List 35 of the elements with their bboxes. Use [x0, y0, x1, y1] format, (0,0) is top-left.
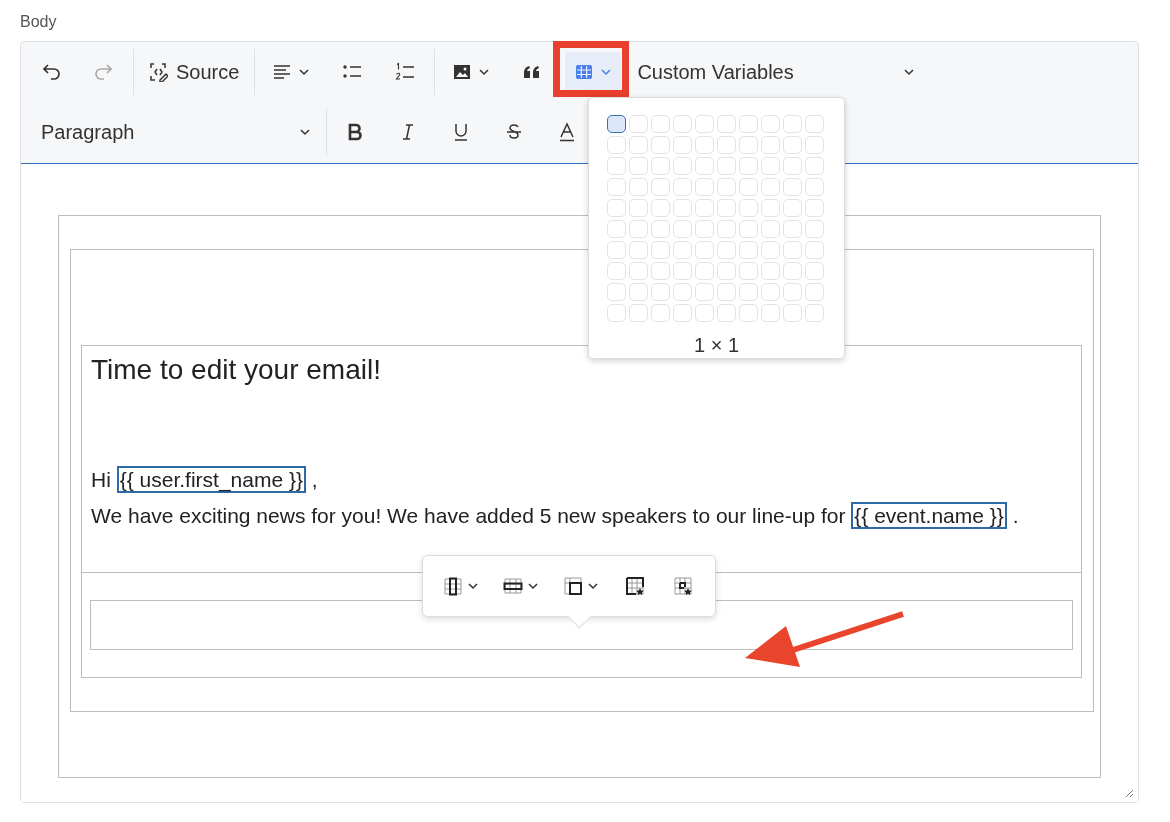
undo-icon: [41, 62, 61, 82]
custom-variables-dropdown[interactable]: Custom Variables: [631, 52, 922, 92]
caret-icon: [299, 126, 311, 138]
variable-chip[interactable]: {{ event.name }}: [851, 502, 1007, 529]
resize-handle-icon: [1123, 787, 1135, 799]
caret-icon: [298, 66, 311, 78]
cell-star-icon: [673, 576, 693, 596]
caret-icon: [587, 580, 599, 592]
table-size-label: 1 × 1: [692, 334, 740, 357]
table-icon: [574, 62, 595, 82]
variable-chip[interactable]: {{ user.first_name }}: [116, 466, 306, 493]
table-column-icon: [443, 576, 463, 596]
source-code-icon: [148, 62, 168, 82]
redo-icon: [94, 62, 114, 82]
grid-cell[interactable]: [607, 115, 626, 133]
paragraph-text: Hi {{ user.first_name }} ,: [91, 465, 319, 495]
insert-table-button[interactable]: [565, 52, 622, 92]
caret-icon: [527, 580, 539, 592]
heading-text: Time to edit your email!: [91, 353, 382, 387]
caret-icon: [467, 580, 479, 592]
image-icon: [452, 62, 473, 82]
source-button[interactable]: Source: [142, 52, 246, 92]
paragraph-text: We have exciting news for you! We have added 5 new speakers to our line-up for {{ event.name }} .: [91, 501, 1020, 531]
font-color-icon: [557, 122, 577, 142]
field-label: Body: [20, 12, 58, 32]
merge-cells-icon: [563, 576, 583, 596]
caret-icon: [600, 66, 613, 78]
table-row-icon: [503, 576, 523, 596]
table-star-icon: [625, 576, 645, 596]
strikethrough-icon: [504, 122, 524, 142]
align-left-icon: [272, 62, 293, 82]
caret-icon: [903, 66, 916, 78]
heading-dropdown[interactable]: Paragraph: [31, 112, 317, 152]
numbered-list-icon: [395, 62, 416, 82]
caret-icon: [478, 66, 491, 78]
